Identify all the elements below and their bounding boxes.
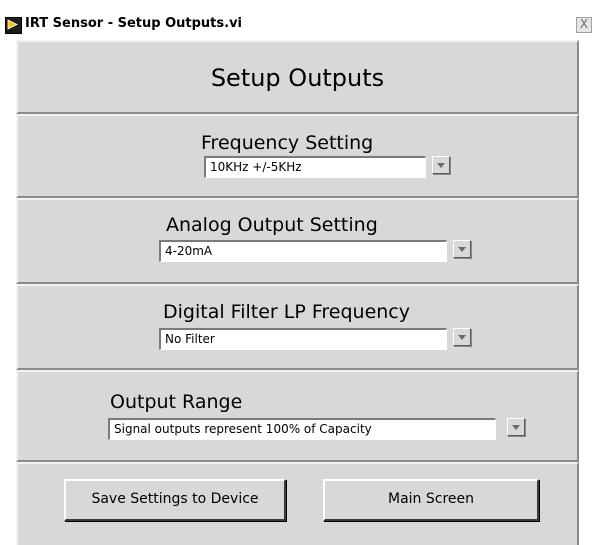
buttons-section: Save Settings to Device Main Screen bbox=[16, 462, 579, 545]
filter-select[interactable]: No Filter bbox=[159, 328, 447, 350]
analog-label: Analog Output Setting bbox=[166, 214, 378, 236]
labview-vi-icon bbox=[5, 17, 22, 34]
range-label: Output Range bbox=[110, 391, 243, 413]
analog-section: Analog Output Setting 4-20mA bbox=[16, 198, 579, 284]
chevron-down-icon bbox=[512, 425, 520, 430]
close-button[interactable]: X bbox=[576, 17, 592, 33]
chevron-down-icon bbox=[437, 163, 445, 168]
title-bar[interactable]: IRT Sensor - Setup Outputs.vi X bbox=[0, 12, 596, 36]
filter-label: Digital Filter LP Frequency bbox=[163, 301, 410, 323]
filter-dropdown-button[interactable] bbox=[453, 328, 471, 346]
filter-section: Digital Filter LP Frequency No Filter bbox=[16, 284, 579, 370]
range-section: Output Range Signal outputs represent 10… bbox=[16, 370, 579, 462]
heading-section: Setup Outputs bbox=[16, 40, 579, 114]
analog-dropdown-button[interactable] bbox=[453, 240, 471, 258]
page-title: Setup Outputs bbox=[210, 64, 385, 92]
analog-select[interactable]: 4-20mA bbox=[159, 240, 447, 262]
window-title: IRT Sensor - Setup Outputs.vi bbox=[25, 16, 243, 31]
chevron-down-icon bbox=[458, 247, 466, 252]
range-select[interactable]: Signal outputs represent 100% of Capacit… bbox=[108, 418, 496, 440]
frequency-select[interactable]: 10KHz +/-5KHz bbox=[204, 156, 426, 178]
main-screen-button[interactable]: Main Screen bbox=[323, 479, 539, 521]
frequency-dropdown-button[interactable] bbox=[432, 156, 450, 174]
frequency-section: Frequency Setting 10KHz +/-5KHz bbox=[16, 114, 579, 198]
range-dropdown-button[interactable] bbox=[507, 418, 525, 436]
frequency-label: Frequency Setting bbox=[201, 132, 374, 154]
save-settings-button[interactable]: Save Settings to Device bbox=[64, 479, 286, 521]
background-strip bbox=[0, 0, 596, 5]
chevron-down-icon bbox=[458, 335, 466, 340]
